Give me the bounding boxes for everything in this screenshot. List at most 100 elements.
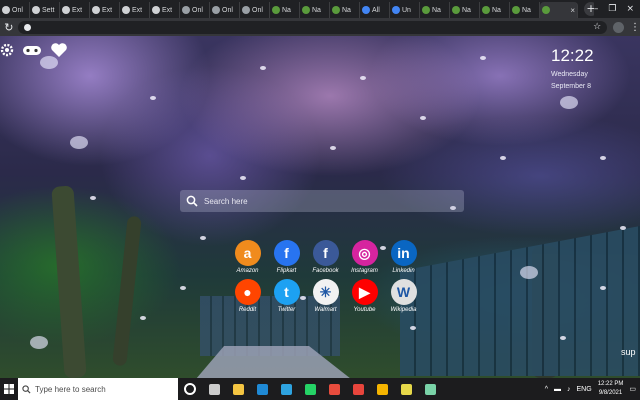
browser-tab[interactable]: Onl — [0, 2, 30, 18]
browser-tab[interactable]: Un — [390, 2, 420, 18]
search-box[interactable] — [180, 190, 464, 212]
cortana-icon[interactable] — [178, 378, 202, 400]
heart-icon[interactable] — [50, 42, 68, 58]
shortcut-label: Linkedin — [392, 268, 415, 274]
tab-favicon-icon — [422, 6, 430, 14]
tab-favicon-icon — [242, 6, 250, 14]
shortcut-youtube[interactable]: ▶ Youtube — [345, 279, 384, 313]
browser-tab[interactable]: Ext — [120, 2, 150, 18]
taskbar-app-glyph — [304, 383, 316, 395]
taskbar-search-text: Type here to search — [35, 384, 106, 394]
store-icon[interactable] — [250, 378, 274, 400]
bookmark-star-icon[interactable]: ☆ — [593, 22, 601, 32]
browser-tab[interactable]: Onl — [210, 2, 240, 18]
browser-tab[interactable]: Na — [450, 2, 480, 18]
shortcut-label: Twitter — [277, 307, 296, 313]
clock-day: Wednesday — [551, 71, 588, 78]
shortcut-twitter[interactable]: t Twitter — [267, 279, 306, 313]
falling-petal — [70, 136, 88, 149]
tab-label: Ext — [162, 6, 173, 14]
browser-tab-active[interactable]: × — [540, 2, 578, 18]
shortcut-facebook[interactable]: f Facebook — [306, 240, 345, 274]
browser-tab[interactable]: Onl — [180, 2, 210, 18]
office-icon[interactable] — [322, 378, 346, 400]
file-explorer-icon[interactable] — [226, 378, 250, 400]
tab-close-icon[interactable]: × — [570, 6, 575, 15]
shortcut-label: Instagram — [351, 268, 378, 274]
browser-tab[interactable]: Na — [330, 2, 360, 18]
browser-tab[interactable]: Ext — [60, 2, 90, 18]
site-info-icon[interactable] — [23, 23, 31, 31]
browser-tab[interactable]: Ext — [90, 2, 120, 18]
tab-favicon-icon — [2, 6, 10, 14]
browser-tab[interactable]: Onl — [240, 2, 270, 18]
whatsapp-icon[interactable] — [298, 378, 322, 400]
reddit-icon: ● — [234, 279, 261, 305]
taskbar-app-glyph — [424, 383, 436, 395]
browser-tab[interactable]: Na — [300, 2, 330, 18]
edge-icon[interactable] — [274, 378, 298, 400]
tab-favicon-icon — [122, 6, 130, 14]
tab-label: Na — [342, 6, 351, 14]
notes-icon[interactable] — [394, 378, 418, 400]
shortcut-label: Flipkart — [276, 268, 297, 274]
taskbar-app-glyph — [256, 383, 268, 395]
taskbar-app-glyph — [352, 383, 364, 395]
notification-icon[interactable]: ▭ — [629, 385, 636, 393]
shortcut-wikipedia[interactable]: W Wikipedia — [384, 279, 423, 313]
shortcut-instagram[interactable]: ◎ Instagram — [345, 240, 384, 274]
search-input[interactable] — [202, 195, 458, 207]
shortcut-linkedin[interactable]: in Linkedin — [384, 240, 423, 274]
volume-icon[interactable]: ♪ — [567, 386, 571, 393]
tab-label: Ext — [72, 6, 83, 14]
profile-avatar[interactable] — [613, 21, 624, 33]
shortcut-amazon[interactable]: a Amazon — [228, 240, 267, 274]
clock-date: September 8 — [551, 83, 592, 90]
shortcut-walmart[interactable]: ✳ Walmart — [306, 279, 345, 313]
browser-tab[interactable]: All — [360, 2, 390, 18]
falling-petal — [260, 66, 266, 70]
falling-petal — [560, 96, 578, 109]
taskbar-search[interactable]: Type here to search — [18, 378, 178, 400]
browser-tab[interactable]: Ext — [150, 2, 180, 18]
chrome-icon[interactable] — [346, 378, 370, 400]
tab-favicon-icon — [452, 6, 460, 14]
shortcut-label: Reddit — [238, 307, 257, 313]
chrome-canary-icon[interactable] — [370, 378, 394, 400]
task-view-icon[interactable] — [202, 378, 226, 400]
reload-icon[interactable]: ↻ — [0, 21, 18, 34]
falling-petal — [360, 76, 366, 80]
falling-petal — [150, 96, 156, 100]
tab-label: Un — [402, 6, 411, 14]
browser-tab[interactable]: Na — [270, 2, 300, 18]
gear-icon[interactable] — [0, 43, 14, 57]
network-icon[interactable]: ▬ — [554, 386, 561, 393]
browser-tab[interactable]: Na — [420, 2, 450, 18]
start-button[interactable] — [0, 378, 18, 400]
tab-label: Onl — [222, 6, 233, 14]
falling-petal — [330, 146, 336, 150]
menu-kebab-icon[interactable]: ⋮ — [630, 22, 640, 33]
shortcut-flipkart[interactable]: f Flipkart — [267, 240, 306, 274]
browser-tab[interactable]: Na — [480, 2, 510, 18]
tree-trunk — [112, 215, 142, 367]
browser-tab[interactable]: Na — [510, 2, 540, 18]
close-window-button[interactable]: × — [626, 4, 634, 14]
language-indicator[interactable]: ENG — [577, 386, 592, 393]
shortcut-label: Youtube — [353, 307, 376, 313]
tray-chevron-icon[interactable]: ^ — [545, 386, 548, 393]
gamepad-icon[interactable] — [22, 43, 42, 57]
tab-favicon-icon — [542, 6, 550, 14]
maximize-button[interactable]: ❐ — [608, 4, 616, 14]
tray-clock[interactable]: 12:22 PM 9/8/2021 — [598, 380, 624, 398]
address-input[interactable] — [34, 21, 594, 33]
minimize-button[interactable]: – — [594, 4, 599, 14]
tab-favicon-icon — [272, 6, 280, 14]
flipkart-icon: f — [273, 240, 300, 266]
corner-text: sup — [621, 347, 636, 357]
app-icon[interactable] — [418, 378, 442, 400]
falling-petal — [200, 236, 206, 240]
address-bar[interactable]: ☆ — [17, 20, 608, 34]
browser-tab[interactable]: Sett — [30, 2, 60, 18]
shortcut-reddit[interactable]: ● Reddit — [228, 279, 267, 313]
